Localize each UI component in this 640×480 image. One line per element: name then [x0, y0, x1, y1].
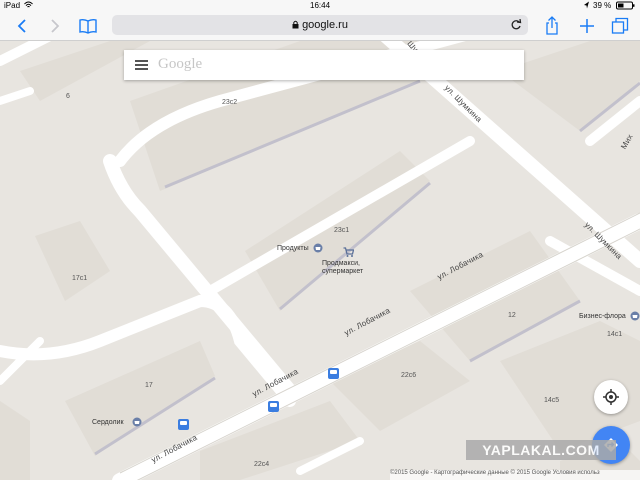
location-arrow-icon [583, 1, 590, 11]
building-label: 6 [66, 93, 70, 100]
status-bar: iPad 16:44 39 % [0, 0, 640, 12]
watermark: YAPLAKAL.COM [466, 440, 616, 460]
poi-label[interactable]: Бизнес-флора [579, 313, 626, 320]
poi-label[interactable]: супермаркет [322, 268, 363, 275]
building-label: 14с5 [544, 397, 560, 404]
crosshair-icon [603, 389, 619, 405]
maps-search-box[interactable]: Google [124, 50, 524, 80]
browser-toolbar: google.ru [0, 12, 640, 41]
menu-icon[interactable] [135, 60, 148, 70]
google-logo: Google [158, 56, 203, 72]
back-icon[interactable] [10, 16, 34, 36]
map-attribution: ©2015 Google - Картографические данные ©… [390, 470, 640, 480]
bus-stop-icon[interactable] [328, 368, 339, 379]
building-label: 22с6 [401, 372, 417, 379]
building-label: 23с2 [222, 99, 238, 106]
poi-label[interactable]: Сердолик [92, 419, 124, 426]
tabs-icon[interactable] [608, 16, 632, 36]
device-name: iPad [4, 1, 21, 10]
building-label: 12 [508, 312, 516, 319]
building-label: 14с1 [607, 331, 623, 338]
battery-percent: 39 % [593, 1, 612, 10]
poi-label[interactable]: Продмакси, [322, 260, 360, 267]
battery-icon [616, 1, 636, 12]
bus-stop-icon[interactable] [268, 401, 279, 412]
new-tab-icon[interactable] [575, 16, 599, 36]
map-layer[interactable] [0, 41, 640, 480]
wifi-icon [24, 1, 33, 11]
share-icon[interactable] [540, 16, 564, 36]
building-label: 17с1 [72, 275, 88, 282]
url-field[interactable]: google.ru [112, 19, 528, 31]
url-text: google.ru [302, 19, 348, 31]
forward-icon[interactable] [43, 16, 67, 36]
map-canvas[interactable]: 6 23с2 23с1 17с1 17 12 22с6 14с1 14с5 22… [0, 41, 640, 480]
reload-icon[interactable] [510, 18, 522, 36]
lock-icon [292, 20, 299, 29]
my-location-button[interactable] [594, 380, 628, 414]
poi-label[interactable]: Продукты [277, 245, 309, 252]
building-label: 23с1 [334, 227, 350, 234]
clock: 16:44 [310, 1, 331, 10]
address-bar[interactable]: google.ru [112, 15, 528, 35]
building-label: 22с4 [254, 461, 270, 468]
building-label: 17 [145, 382, 153, 389]
bookmarks-icon[interactable] [76, 16, 100, 36]
bus-stop-icon[interactable] [178, 419, 189, 430]
